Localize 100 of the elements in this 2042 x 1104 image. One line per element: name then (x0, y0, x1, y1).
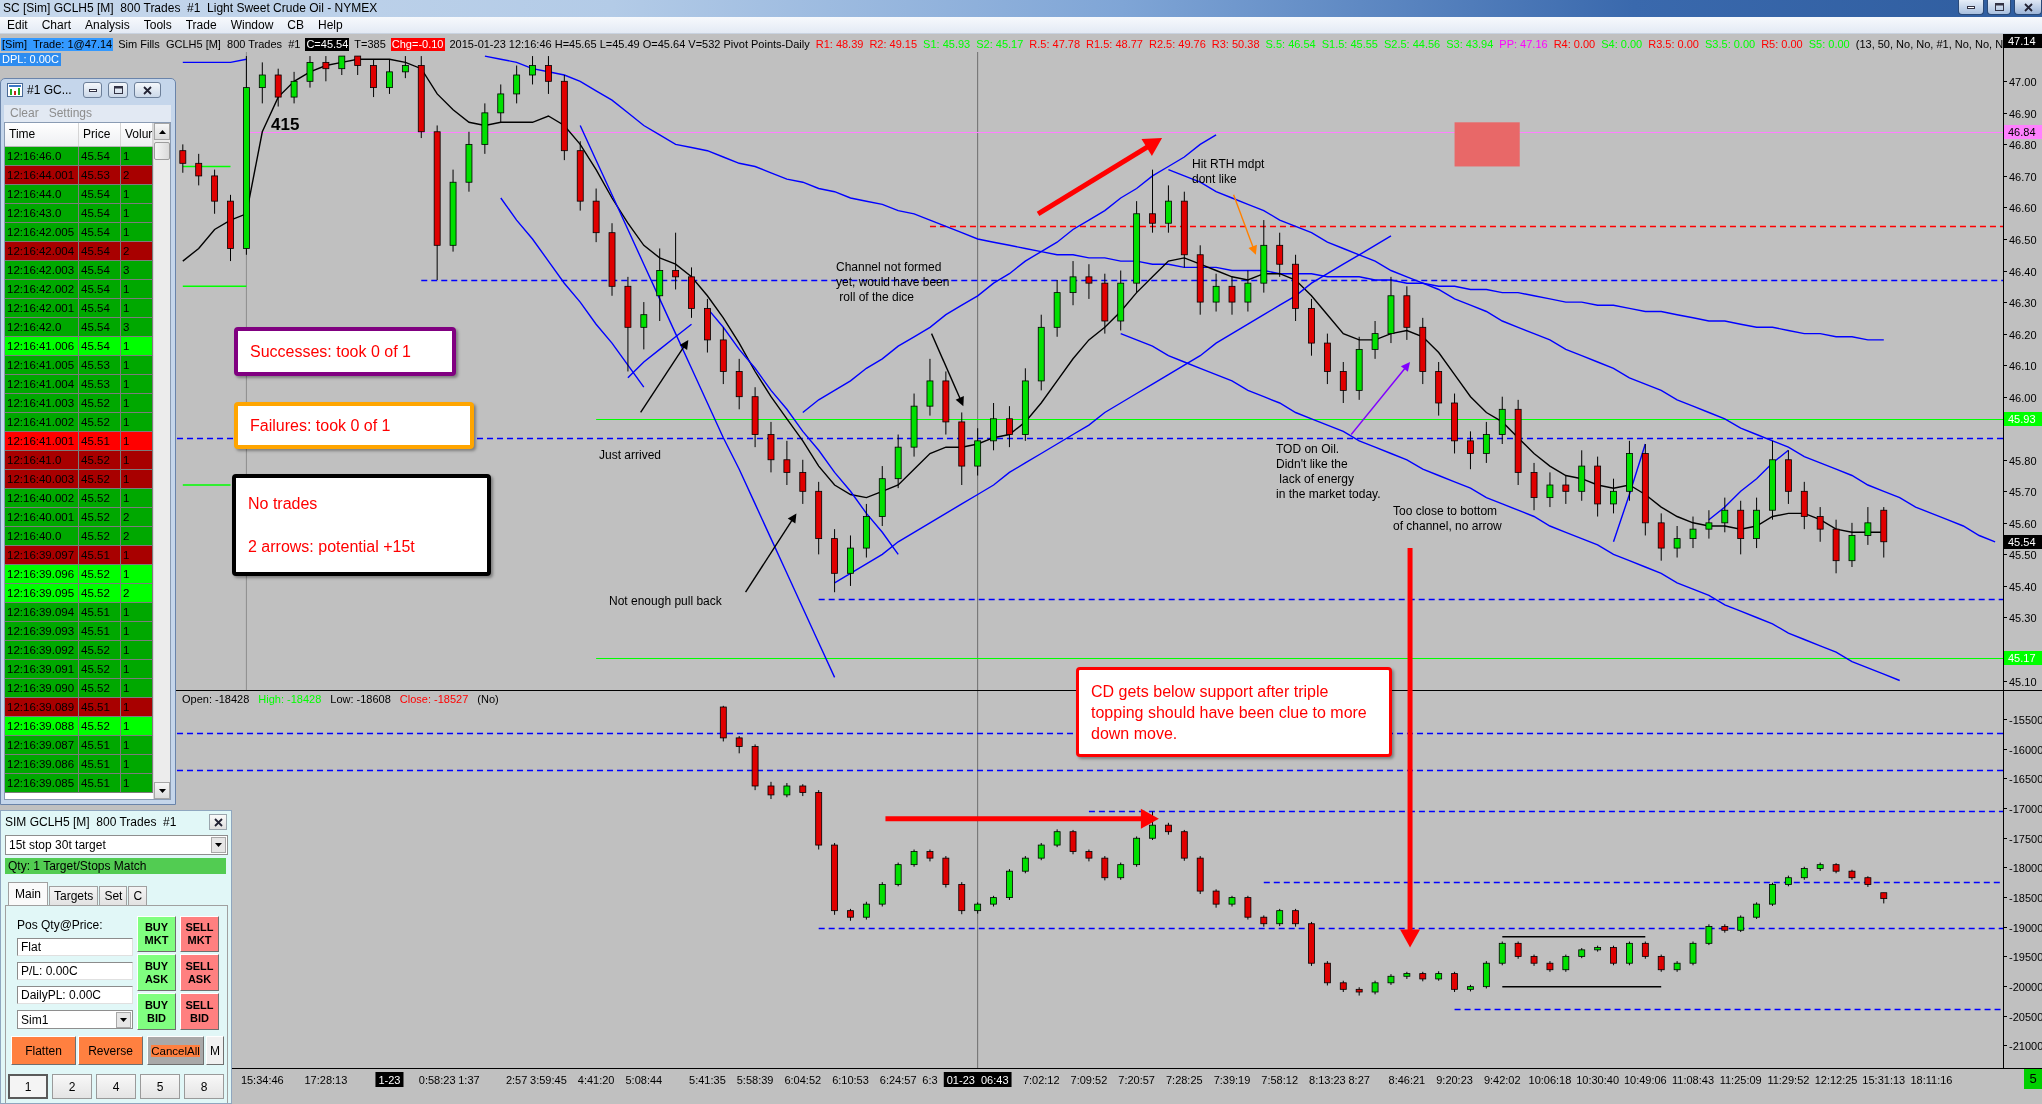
axis-value: 45.50 (2009, 548, 2037, 561)
pivot-value: R2.5: 49.76 (1147, 38, 1207, 51)
axis-value: -17000 (2009, 802, 2042, 815)
daily-pl-label: DPL: 0.00C (0, 53, 61, 66)
time-label: 6:04:52 (784, 1074, 822, 1086)
study-value: Close: -18527 (399, 693, 469, 706)
axis-value: -18500 (2009, 891, 2042, 904)
time-label: 5:41:35 (689, 1074, 726, 1086)
callout-text: Successes: took 0 of 1 (250, 342, 412, 362)
axis-value: 46.20 (2009, 328, 2037, 341)
pivot-value: R1: 48.39 (814, 38, 865, 51)
time-label: 6:10:53 (832, 1074, 869, 1086)
axis-value: 46.40 (2009, 265, 2037, 278)
window-title: #1 GC... (27, 83, 72, 97)
axis-value: 45.80 (2009, 454, 2037, 467)
chart-info: Sim Fills GCLH5 [M] 800 Trades #1 (117, 38, 302, 51)
price-tag: 45.54 (2004, 535, 2042, 549)
time-label: 9:42:02 (1483, 1074, 1521, 1086)
axis-value: -18000 (2009, 861, 2042, 874)
pivot-value: R4: 0.00 (1552, 38, 1597, 51)
axis-value: -21000 (2009, 1039, 2042, 1052)
time-label: 8:13:23 (1309, 1074, 1346, 1086)
callout-text: No trades (248, 494, 319, 514)
time-label: 18:11:16 (1910, 1074, 1953, 1086)
time-label: 6:24:57 (879, 1074, 917, 1086)
chart-note: 415 (271, 115, 300, 135)
time-label: 7:02:12 (1022, 1074, 1060, 1086)
pivot-value: PP: 47.16 (1498, 38, 1549, 51)
time-label: 7:20:57 (1118, 1074, 1155, 1086)
pivot-value: R2: 49.15 (868, 38, 919, 51)
time-label: 10:49:06 (1623, 1074, 1667, 1086)
study-value: (No) (477, 693, 499, 706)
time-label: 8:46:21 (1388, 1074, 1426, 1086)
callout-text: 2 arrows: potential +15t (248, 537, 416, 557)
pivot-value: S3: 43.94 (1445, 38, 1495, 51)
study-value: High: -18428 (258, 693, 322, 706)
time-label: 6:3 (922, 1074, 938, 1086)
window-title: SIM GCLH5 [M] 800 Trades #1 (5, 815, 177, 829)
axis-value: 46.10 (2009, 359, 2037, 372)
time-label: 5:58:39 (736, 1074, 774, 1086)
axis-value: 45.70 (2009, 485, 2037, 498)
axis-value: -19500 (2009, 950, 2042, 963)
axis-value: 47.00 (2009, 75, 2037, 88)
time-label: 7:28:25 (1165, 1074, 1203, 1086)
ref-line-label: 45.17 (2008, 652, 2036, 664)
time-label: 17:28:13 (304, 1074, 348, 1086)
axis-value: 46.50 (2009, 233, 2037, 246)
time-label: 11:08:43 (1672, 1074, 1714, 1086)
axis-value: 46.30 (2009, 296, 2037, 309)
change-info: Chg=-0.10 (390, 38, 445, 51)
trade-info: [Sim] Trade: 1@47.14 (1, 38, 114, 51)
time-label: 9:20:23 (1436, 1074, 1473, 1086)
chart-info: 2015-01-23 12:16:46 H=45.65 L=45.49 O=45.64 V=532 Pivot Points-Daily (448, 38, 811, 51)
axis-value: 45.60 (2009, 517, 2037, 530)
callout-text: Failures: took 0 of 1 (250, 416, 392, 436)
time-label: 10:30:40 (1576, 1074, 1620, 1086)
time-label: 1:37 (458, 1074, 480, 1086)
axis-value: -20000 (2009, 980, 2042, 993)
time-label: 2:57 (505, 1074, 528, 1086)
time-label: 8:27 (1348, 1074, 1370, 1086)
axis-value: -16000 (2009, 743, 2042, 756)
ref-line-label: 46.84 (2008, 126, 2036, 138)
axis-value: 45.30 (2009, 611, 2037, 624)
price-tag: 47.14 (2004, 34, 2042, 48)
corner-label: 5 (2024, 1069, 2042, 1089)
pivot-value: S2: 45.17 (975, 38, 1025, 51)
pivot-value: R5: 0.00 (1760, 38, 1804, 51)
price-tag: 45.93 (2004, 412, 2042, 426)
cursor-time-label: 01-23 06:43 (943, 1072, 1012, 1087)
axis-value: -17500 (2009, 832, 2042, 845)
pivot-value: S1.5: 45.55 (1320, 38, 1379, 51)
pivot-value: R.5: 47.78 (1028, 38, 1082, 51)
chart-note: Hit RTH mdpt dont like (1192, 157, 1265, 187)
chart-note: Not enough pull back (609, 594, 722, 609)
field-label: Pos Qty@Price: (17, 918, 104, 932)
axis-value: 46.60 (2009, 201, 2037, 214)
axis-value: -19000 (2009, 921, 2042, 934)
pivot-value: S4: 0.00 (1600, 38, 1644, 51)
chart-note: Just arrived (599, 448, 662, 463)
chart-note: TOD on Oil. Didn't like the lack of energy in the market today. (1276, 442, 1381, 502)
time-label: 10:06:18 (1528, 1074, 1572, 1086)
date-label: 1-23 (375, 1072, 404, 1087)
time-label: 7:39:19 (1213, 1074, 1251, 1086)
chart-info: T=385 (353, 38, 387, 51)
time-label: 7:58:12 (1261, 1074, 1299, 1086)
window-title: SC [Sim] GCLH5 [M] 800 Trades #1 Light Sweet Crude Oil - NYMEX (2, 0, 378, 15)
time-label: 0:58:23 (418, 1074, 456, 1086)
study-value: Low: -18608 (330, 693, 391, 706)
axis-value: 46.90 (2009, 107, 2037, 120)
axis-value: 45.40 (2009, 580, 2037, 593)
axis-value: -20500 (2009, 1010, 2042, 1023)
price-info: C=45.54 (305, 38, 350, 51)
time-label: 15:31:13 (1862, 1074, 1906, 1086)
time-label: 11:25:09 (1719, 1074, 1762, 1086)
time-label: 3:59:45 (530, 1074, 567, 1086)
study-value: Open: -18428 (182, 693, 250, 706)
price-tag: 46.84 (2004, 125, 2042, 139)
axis-value: -16500 (2009, 772, 2042, 785)
table-cell: 12:16:39.085 (5, 774, 79, 793)
table-cell: 45.51 (79, 774, 121, 793)
